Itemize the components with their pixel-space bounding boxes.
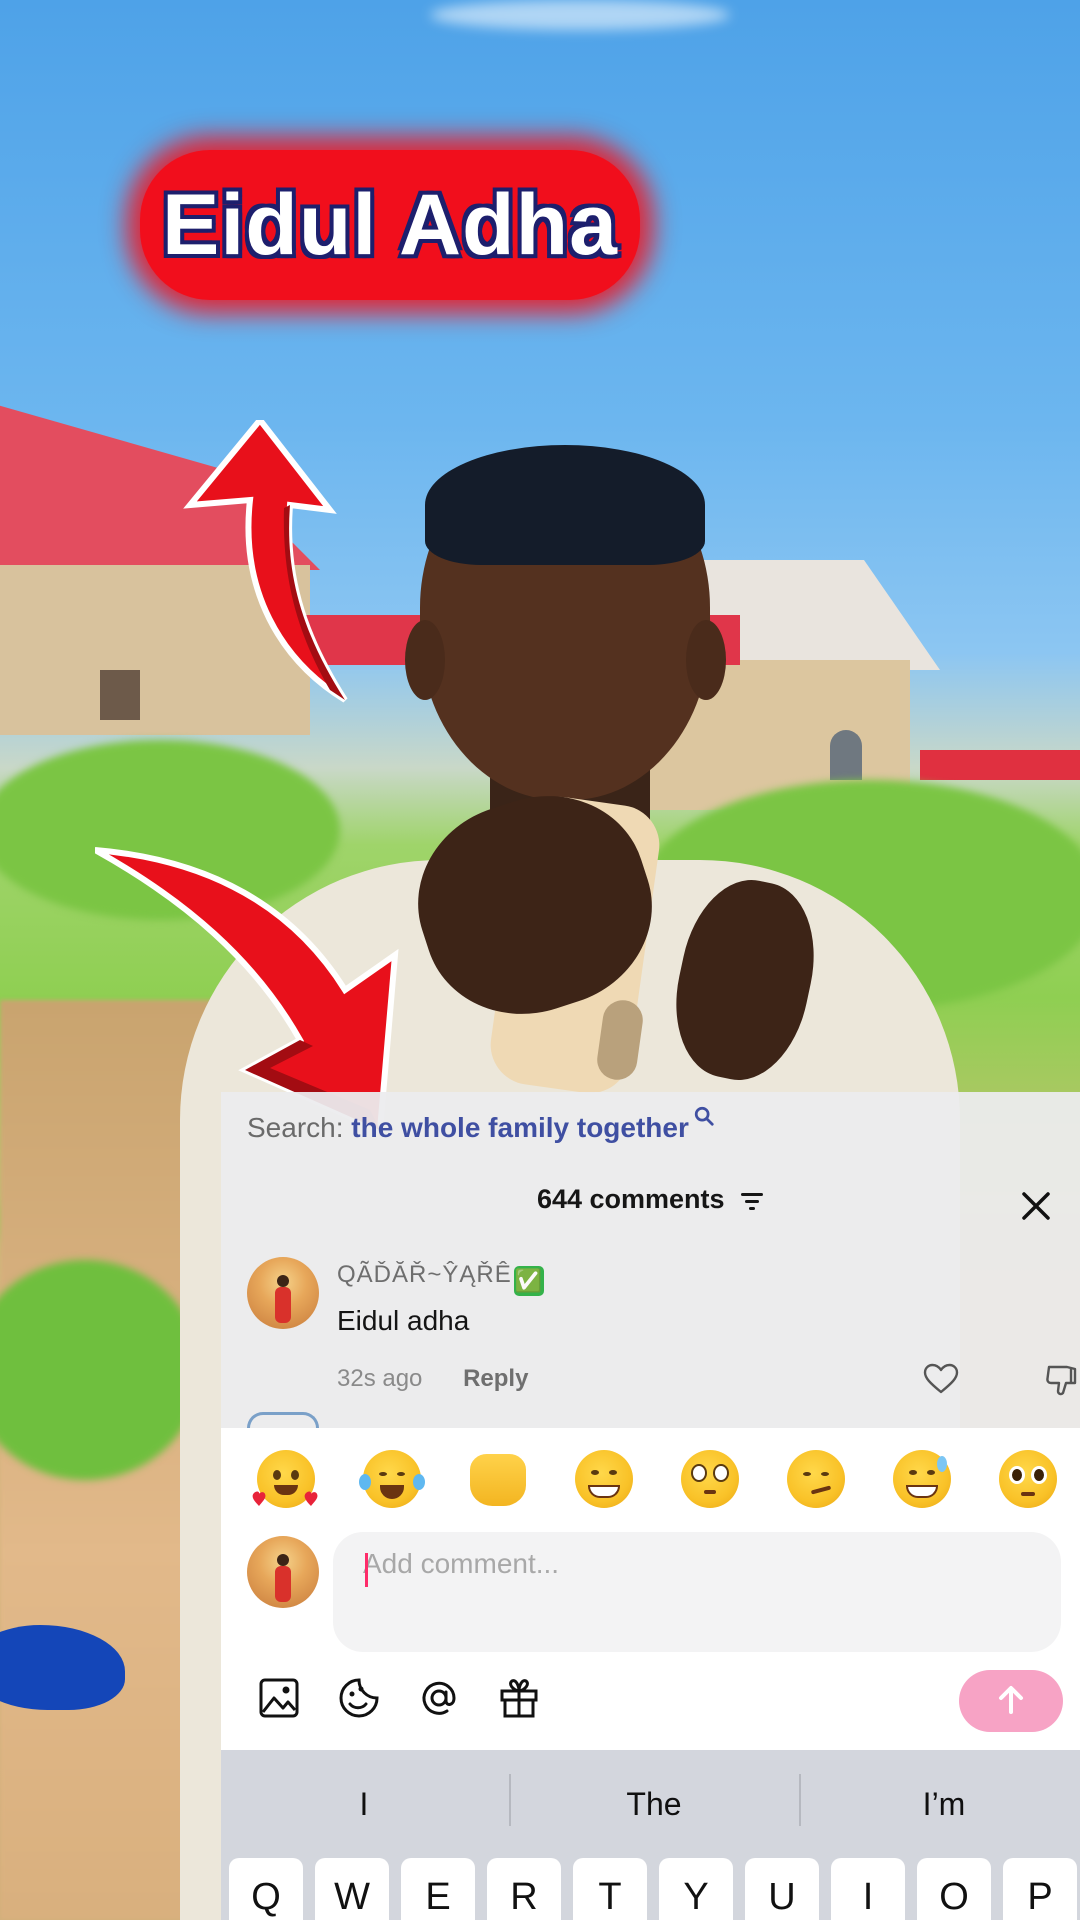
suggestion-1[interactable]: I bbox=[221, 1786, 507, 1823]
emoji-eye bbox=[291, 1470, 299, 1480]
search-prefix: Search: bbox=[247, 1112, 344, 1143]
emoji-eye bbox=[713, 1464, 729, 1482]
comments-sheet: Search: the whole family together 644 co… bbox=[221, 1092, 1080, 1428]
emoji-eye bbox=[909, 1470, 917, 1475]
key-r[interactable]: R bbox=[487, 1858, 561, 1920]
avatar-figure bbox=[275, 1566, 291, 1602]
hands-shape bbox=[470, 1454, 526, 1506]
house-right-window bbox=[830, 730, 862, 780]
close-icon[interactable] bbox=[1019, 1189, 1053, 1223]
quick-emoji-row bbox=[221, 1450, 1080, 1510]
beaming-face-icon[interactable] bbox=[575, 1450, 633, 1508]
heart-icon[interactable] bbox=[923, 1363, 959, 1395]
flushed-face-icon[interactable] bbox=[681, 1450, 739, 1508]
key-i[interactable]: I bbox=[831, 1858, 905, 1920]
image-icon[interactable] bbox=[257, 1676, 301, 1720]
emoji-mouth bbox=[1021, 1492, 1035, 1496]
mention-icon[interactable] bbox=[417, 1676, 461, 1720]
key-w[interactable]: W bbox=[315, 1858, 389, 1920]
comment-meta: 32s ago Reply bbox=[337, 1365, 528, 1393]
emoji-eye bbox=[379, 1472, 387, 1476]
emoji-mouth bbox=[810, 1485, 832, 1495]
tear bbox=[413, 1474, 425, 1490]
person-ear bbox=[686, 620, 726, 700]
smiling-face-with-hearts-icon[interactable] bbox=[252, 1450, 318, 1508]
house-left-window bbox=[100, 670, 140, 720]
overlay-title: Eidul Adha bbox=[140, 150, 640, 300]
emoji-eye bbox=[591, 1470, 599, 1475]
sticker-emoji-icon[interactable] bbox=[337, 1676, 381, 1720]
emoji-eye bbox=[397, 1472, 405, 1476]
key-u[interactable]: U bbox=[745, 1858, 819, 1920]
emoji-eye bbox=[1031, 1466, 1047, 1484]
key-o[interactable]: O bbox=[917, 1858, 991, 1920]
comments-count: 644 comments bbox=[536, 1184, 725, 1214]
person-hair bbox=[425, 445, 705, 565]
username-text: QÃĎĂŘ~ŶĄŘÊ bbox=[337, 1261, 512, 1288]
smirking-face-icon[interactable] bbox=[787, 1450, 845, 1508]
tear bbox=[359, 1474, 371, 1490]
next-comment-avatar-peek bbox=[247, 1412, 319, 1428]
key-p[interactable]: P bbox=[1003, 1858, 1077, 1920]
search-query-link[interactable]: the whole family together bbox=[351, 1112, 689, 1144]
suggestion-3[interactable]: I’m bbox=[801, 1786, 1080, 1823]
comment-text: Eidul adha bbox=[337, 1305, 470, 1336]
emoji-eye bbox=[803, 1472, 811, 1476]
sweat-drop bbox=[937, 1456, 947, 1472]
emoji-eye bbox=[273, 1470, 281, 1480]
suggestion-2[interactable]: The bbox=[511, 1786, 797, 1823]
check-mark-emoji: ✅ bbox=[513, 1266, 544, 1296]
emoji-eye bbox=[609, 1470, 617, 1475]
arrow-up-icon bbox=[999, 1685, 1023, 1714]
cloud bbox=[430, 0, 730, 30]
avatar-figure-head bbox=[277, 1275, 289, 1287]
hearts-icon bbox=[252, 1491, 318, 1506]
palms-up-together-icon[interactable] bbox=[469, 1450, 527, 1508]
send-button[interactable] bbox=[959, 1670, 1063, 1732]
red-roof-right bbox=[920, 750, 1080, 780]
emoji-eye bbox=[821, 1472, 829, 1476]
text-caret bbox=[365, 1553, 368, 1587]
comments-count-header[interactable]: 644 comments bbox=[221, 1184, 1080, 1215]
emoji-mouth bbox=[380, 1485, 404, 1499]
avatar-figure bbox=[275, 1287, 291, 1323]
face-with-tears-of-joy-icon[interactable] bbox=[359, 1450, 425, 1508]
comment-timestamp: 32s ago bbox=[337, 1365, 423, 1392]
person-ear bbox=[405, 620, 445, 700]
emoji-eye bbox=[691, 1464, 707, 1482]
key-q[interactable]: Q bbox=[229, 1858, 303, 1920]
avatar-figure-head bbox=[277, 1554, 289, 1566]
keyboard: I The I’m Q W E R T Y U I O P bbox=[221, 1750, 1080, 1920]
comment-composer bbox=[221, 1428, 1080, 1750]
key-e[interactable]: E bbox=[401, 1858, 475, 1920]
search-suggestion[interactable]: Search: the whole family together bbox=[247, 1106, 715, 1144]
emoji-mouth bbox=[704, 1490, 716, 1494]
key-y[interactable]: Y bbox=[659, 1858, 733, 1920]
emoji-eye bbox=[1009, 1466, 1025, 1484]
my-avatar bbox=[247, 1536, 319, 1608]
commenter-username[interactable]: QÃĎĂŘ~ŶĄŘÊ ✅ bbox=[337, 1261, 544, 1296]
emoji-teeth bbox=[906, 1485, 938, 1498]
overlay-title-text: Eidul Adha bbox=[162, 176, 618, 273]
red-arrow-up-icon bbox=[183, 420, 348, 703]
grinning-face-with-sweat-icon[interactable] bbox=[893, 1450, 951, 1508]
search-icon bbox=[694, 1106, 714, 1126]
emoji-eye bbox=[927, 1470, 935, 1475]
thumbs-down-icon[interactable] bbox=[1045, 1363, 1080, 1397]
commenter-avatar[interactable] bbox=[247, 1257, 319, 1329]
emoji-teeth bbox=[588, 1485, 620, 1498]
key-t[interactable]: T bbox=[573, 1858, 647, 1920]
pleading-face-icon[interactable] bbox=[999, 1450, 1057, 1508]
reply-button[interactable]: Reply bbox=[463, 1365, 528, 1392]
sort-icon[interactable] bbox=[740, 1191, 764, 1211]
comment-input[interactable] bbox=[333, 1532, 1061, 1652]
gift-icon[interactable] bbox=[497, 1676, 541, 1720]
